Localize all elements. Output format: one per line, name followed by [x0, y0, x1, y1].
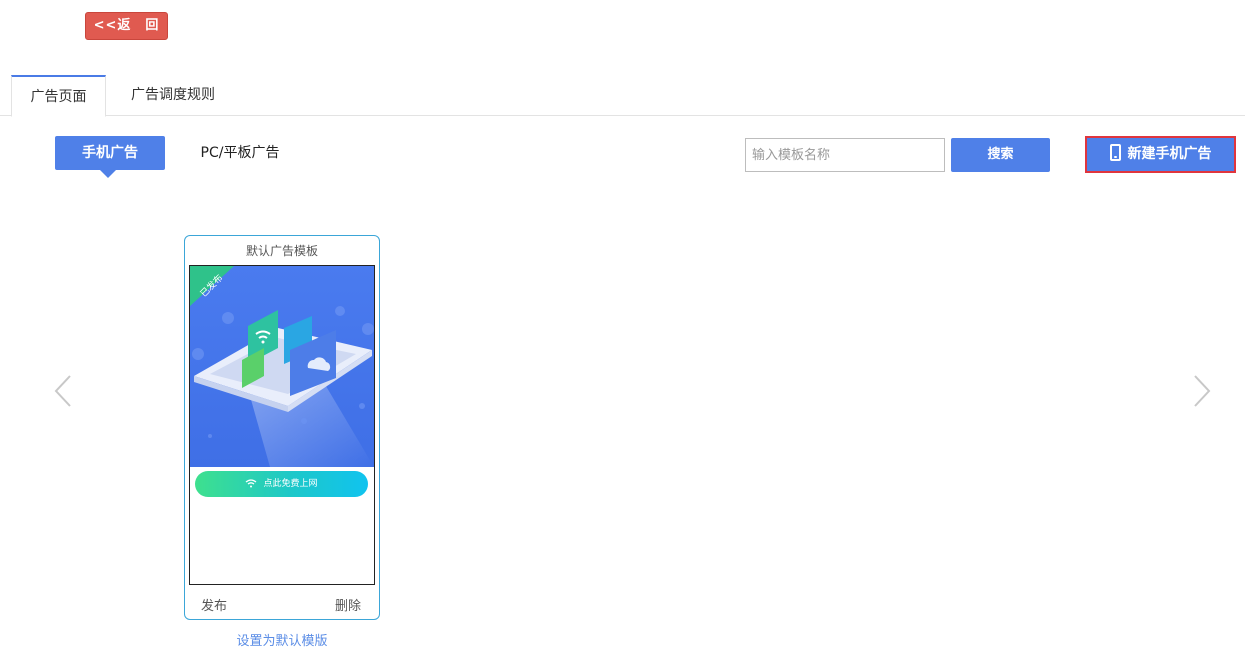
- chevron-right-icon[interactable]: [1193, 375, 1211, 407]
- mobile-phone-icon: [1109, 144, 1121, 161]
- free-wifi-button: 点此免费上网: [195, 471, 368, 497]
- preview-illustration: 已发布: [190, 266, 374, 467]
- back-button[interactable]: <<返 回: [85, 12, 168, 40]
- wifi-icon: [246, 479, 257, 488]
- segment-mobile-ads[interactable]: 手机广告: [55, 136, 165, 170]
- free-wifi-label: 点此免费上网: [263, 479, 318, 489]
- tab-ad-scheduling-rules[interactable]: 广告调度规则: [118, 75, 228, 116]
- segment-pc-tablet-ads[interactable]: PC/平板广告: [190, 136, 290, 170]
- new-mobile-ad-label: 新建手机广告: [1127, 146, 1212, 162]
- template-actions: 发布 删除: [185, 593, 379, 614]
- template-search-input[interactable]: [745, 138, 945, 172]
- template-title: 默认广告模板: [245, 244, 318, 258]
- template-preview[interactable]: 已发布 点此免费上网: [189, 265, 375, 585]
- search-button[interactable]: 搜索: [951, 138, 1050, 172]
- template-card[interactable]: 默认广告模板 已发布 点此免费上网 发布 删除: [184, 235, 380, 620]
- tab-bar: 广告页面 广告调度规则: [0, 75, 1245, 117]
- tab-ad-pages[interactable]: 广告页面: [11, 75, 106, 117]
- chevron-left-icon[interactable]: [54, 375, 72, 407]
- delete-link[interactable]: 删除: [335, 595, 361, 614]
- new-mobile-ad-button[interactable]: 新建手机广告: [1085, 136, 1236, 173]
- publish-link[interactable]: 发布: [201, 595, 227, 614]
- segment-pointer: [100, 170, 116, 178]
- set-default-template-link[interactable]: 设置为默认模版: [184, 630, 380, 649]
